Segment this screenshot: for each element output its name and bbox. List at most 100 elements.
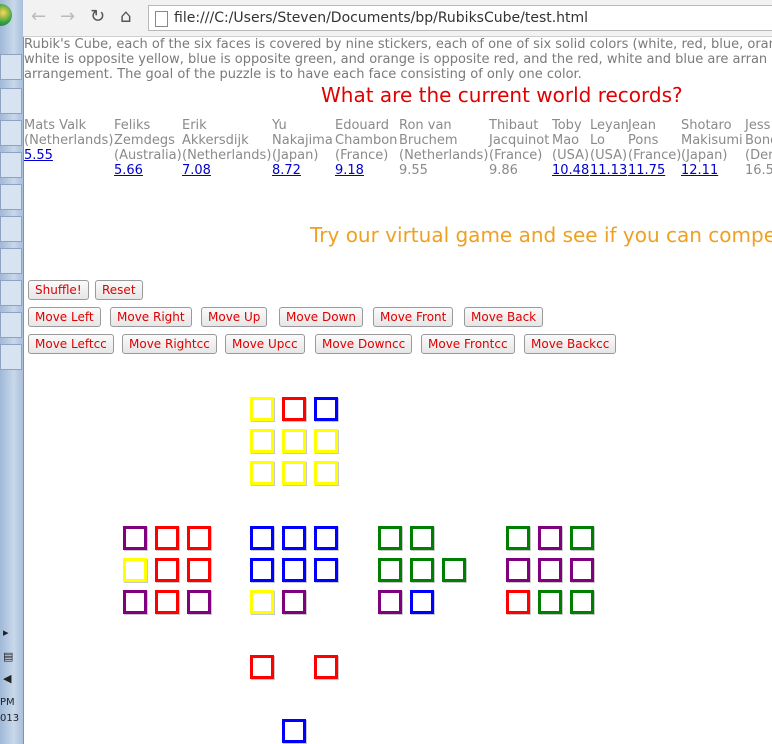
- home-icon[interactable]: ⌂: [120, 7, 131, 27]
- record-entry: JessBonde(Den16.5: [745, 118, 772, 178]
- sticker-bottom: [282, 719, 306, 743]
- record-time[interactable]: 11.75: [628, 163, 681, 178]
- sticker-front: [314, 558, 338, 582]
- taskbar-button[interactable]: [0, 216, 22, 242]
- record-entry: Yu Nakajima (Japan) 8.72: [272, 118, 333, 178]
- url-text[interactable]: file:///C:/Users/Steven/Documents/bp/Rub…: [174, 10, 588, 26]
- record-entry: Feliks Zemdegs (Australia) 5.66: [114, 118, 182, 178]
- record-entry: Shotaro Makisumi (Japan) 12.11: [681, 118, 743, 178]
- volume-icon[interactable]: ◀: [3, 672, 11, 685]
- move-backcc-button[interactable]: Move Backcc: [524, 334, 617, 354]
- record-name: Bonde: [745, 133, 772, 148]
- shuffle-button[interactable]: Shuffle!: [28, 280, 89, 300]
- sticker-right: [378, 590, 402, 614]
- record-name: Chambon: [335, 133, 398, 148]
- sticker-left: [187, 558, 211, 582]
- move-front-button[interactable]: Move Front: [373, 307, 454, 327]
- record-country: (USA): [552, 148, 590, 163]
- reload-icon[interactable]: ↻: [90, 7, 105, 27]
- taskbar-button[interactable]: [0, 312, 22, 338]
- record-time[interactable]: 11.13: [590, 163, 629, 178]
- record-time[interactable]: 12.11: [681, 163, 743, 178]
- taskbar-button[interactable]: [0, 120, 22, 146]
- page-icon: [155, 11, 168, 27]
- record-name: Leyan: [590, 118, 629, 133]
- record-name: Ron van: [399, 118, 452, 133]
- network-icon[interactable]: ▤: [3, 650, 13, 663]
- record-time[interactable]: 5.55: [24, 148, 113, 163]
- record-time[interactable]: 9.18: [335, 163, 397, 178]
- record-time: 9.55: [399, 163, 428, 178]
- record-name: Thibaut: [489, 118, 539, 133]
- sticker-top: [250, 397, 274, 421]
- intro-line: Rubik's Cube, each of the six faces is c…: [24, 37, 772, 52]
- sticker-back: [570, 526, 594, 550]
- record-country: (USA): [590, 148, 628, 163]
- tray-expand-icon[interactable]: ▸: [3, 626, 9, 639]
- os-taskbar: ▸ ▤ ◀ PM 013: [0, 0, 24, 744]
- sticker-right: [378, 558, 402, 582]
- sticker-back: [538, 590, 562, 614]
- move-frontcc-button[interactable]: Move Frontcc: [421, 334, 515, 354]
- record-time[interactable]: 8.72: [272, 163, 333, 178]
- record-entry: Toby Mao (USA) 10.48: [552, 118, 589, 178]
- record-country: (Japan): [272, 148, 319, 163]
- taskbar-button[interactable]: [0, 248, 22, 274]
- clock-date[interactable]: 013: [0, 713, 19, 724]
- sticker-top: [314, 429, 338, 453]
- intro-line: white is opposite yellow, blue is opposi…: [24, 52, 768, 67]
- address-bar[interactable]: file:///C:/Users/Steven/Documents/bp/Rub…: [148, 5, 772, 31]
- sticker-back: [570, 558, 594, 582]
- sticker-front: [250, 590, 274, 614]
- forward-icon[interactable]: →: [60, 7, 75, 27]
- record-time[interactable]: 5.66: [114, 163, 182, 178]
- move-leftcc-button[interactable]: Move Leftcc: [28, 334, 114, 354]
- sticker-bottom: [250, 655, 274, 679]
- record-name: Jacquinot: [489, 133, 550, 148]
- sticker-bottom: [314, 655, 338, 679]
- taskbar-button[interactable]: [0, 152, 22, 178]
- taskbar-button[interactable]: [0, 344, 22, 370]
- back-icon[interactable]: ←: [31, 7, 46, 27]
- sticker-top: [314, 397, 338, 421]
- record-entry: Edouard Chambon (France) 9.18: [335, 118, 397, 178]
- taskbar-button[interactable]: [0, 184, 22, 210]
- start-orb-icon[interactable]: [0, 4, 12, 26]
- record-name: Bruchem: [399, 133, 458, 148]
- record-country: (Netherlands): [24, 133, 114, 148]
- sticker-left: [123, 526, 147, 550]
- record-time: 16.5: [745, 163, 772, 178]
- record-time: 9.86: [489, 163, 518, 178]
- sticker-top: [250, 429, 274, 453]
- browser-toolbar: ← → ↻ ⌂ file:///C:/Users/Steven/Document…: [23, 0, 772, 37]
- record-entry: Leyan Lo (USA) 11.13: [590, 118, 629, 178]
- sticker-front: [282, 590, 306, 614]
- move-right-button[interactable]: Move Right: [110, 307, 192, 327]
- intro-paragraph: Rubik's Cube, each of the six faces is c…: [24, 37, 772, 82]
- sticker-right: [410, 590, 434, 614]
- taskbar-button[interactable]: [0, 88, 22, 114]
- sticker-left: [187, 526, 211, 550]
- sticker-front: [250, 526, 274, 550]
- record-country: (France): [489, 148, 543, 163]
- record-time[interactable]: 10.48: [552, 163, 589, 178]
- record-country: (Netherlands): [399, 148, 489, 163]
- record-entry: Ron van Bruchem (Netherlands) 9.55: [399, 118, 488, 178]
- move-left-button[interactable]: Move Left: [28, 307, 101, 327]
- move-down-button[interactable]: Move Down: [279, 307, 363, 327]
- record-name: Pons: [628, 133, 659, 148]
- record-time[interactable]: 7.08: [182, 163, 271, 178]
- sticker-top: [282, 429, 306, 453]
- move-up-button[interactable]: Move Up: [201, 307, 268, 327]
- move-rightcc-button[interactable]: Move Rightcc: [122, 334, 217, 354]
- clock-time[interactable]: PM: [0, 697, 15, 708]
- reset-button[interactable]: Reset: [95, 280, 143, 300]
- move-back-button[interactable]: Move Back: [464, 307, 544, 327]
- taskbar-button[interactable]: [0, 280, 22, 306]
- move-downcc-button[interactable]: Move Downcc: [315, 334, 413, 354]
- record-entry: Mats Valk (Netherlands) 5.55: [24, 118, 113, 163]
- sticker-top: [250, 461, 274, 485]
- record-country: (Den: [745, 148, 772, 163]
- move-upcc-button[interactable]: Move Upcc: [225, 334, 305, 354]
- taskbar-button[interactable]: [0, 54, 22, 80]
